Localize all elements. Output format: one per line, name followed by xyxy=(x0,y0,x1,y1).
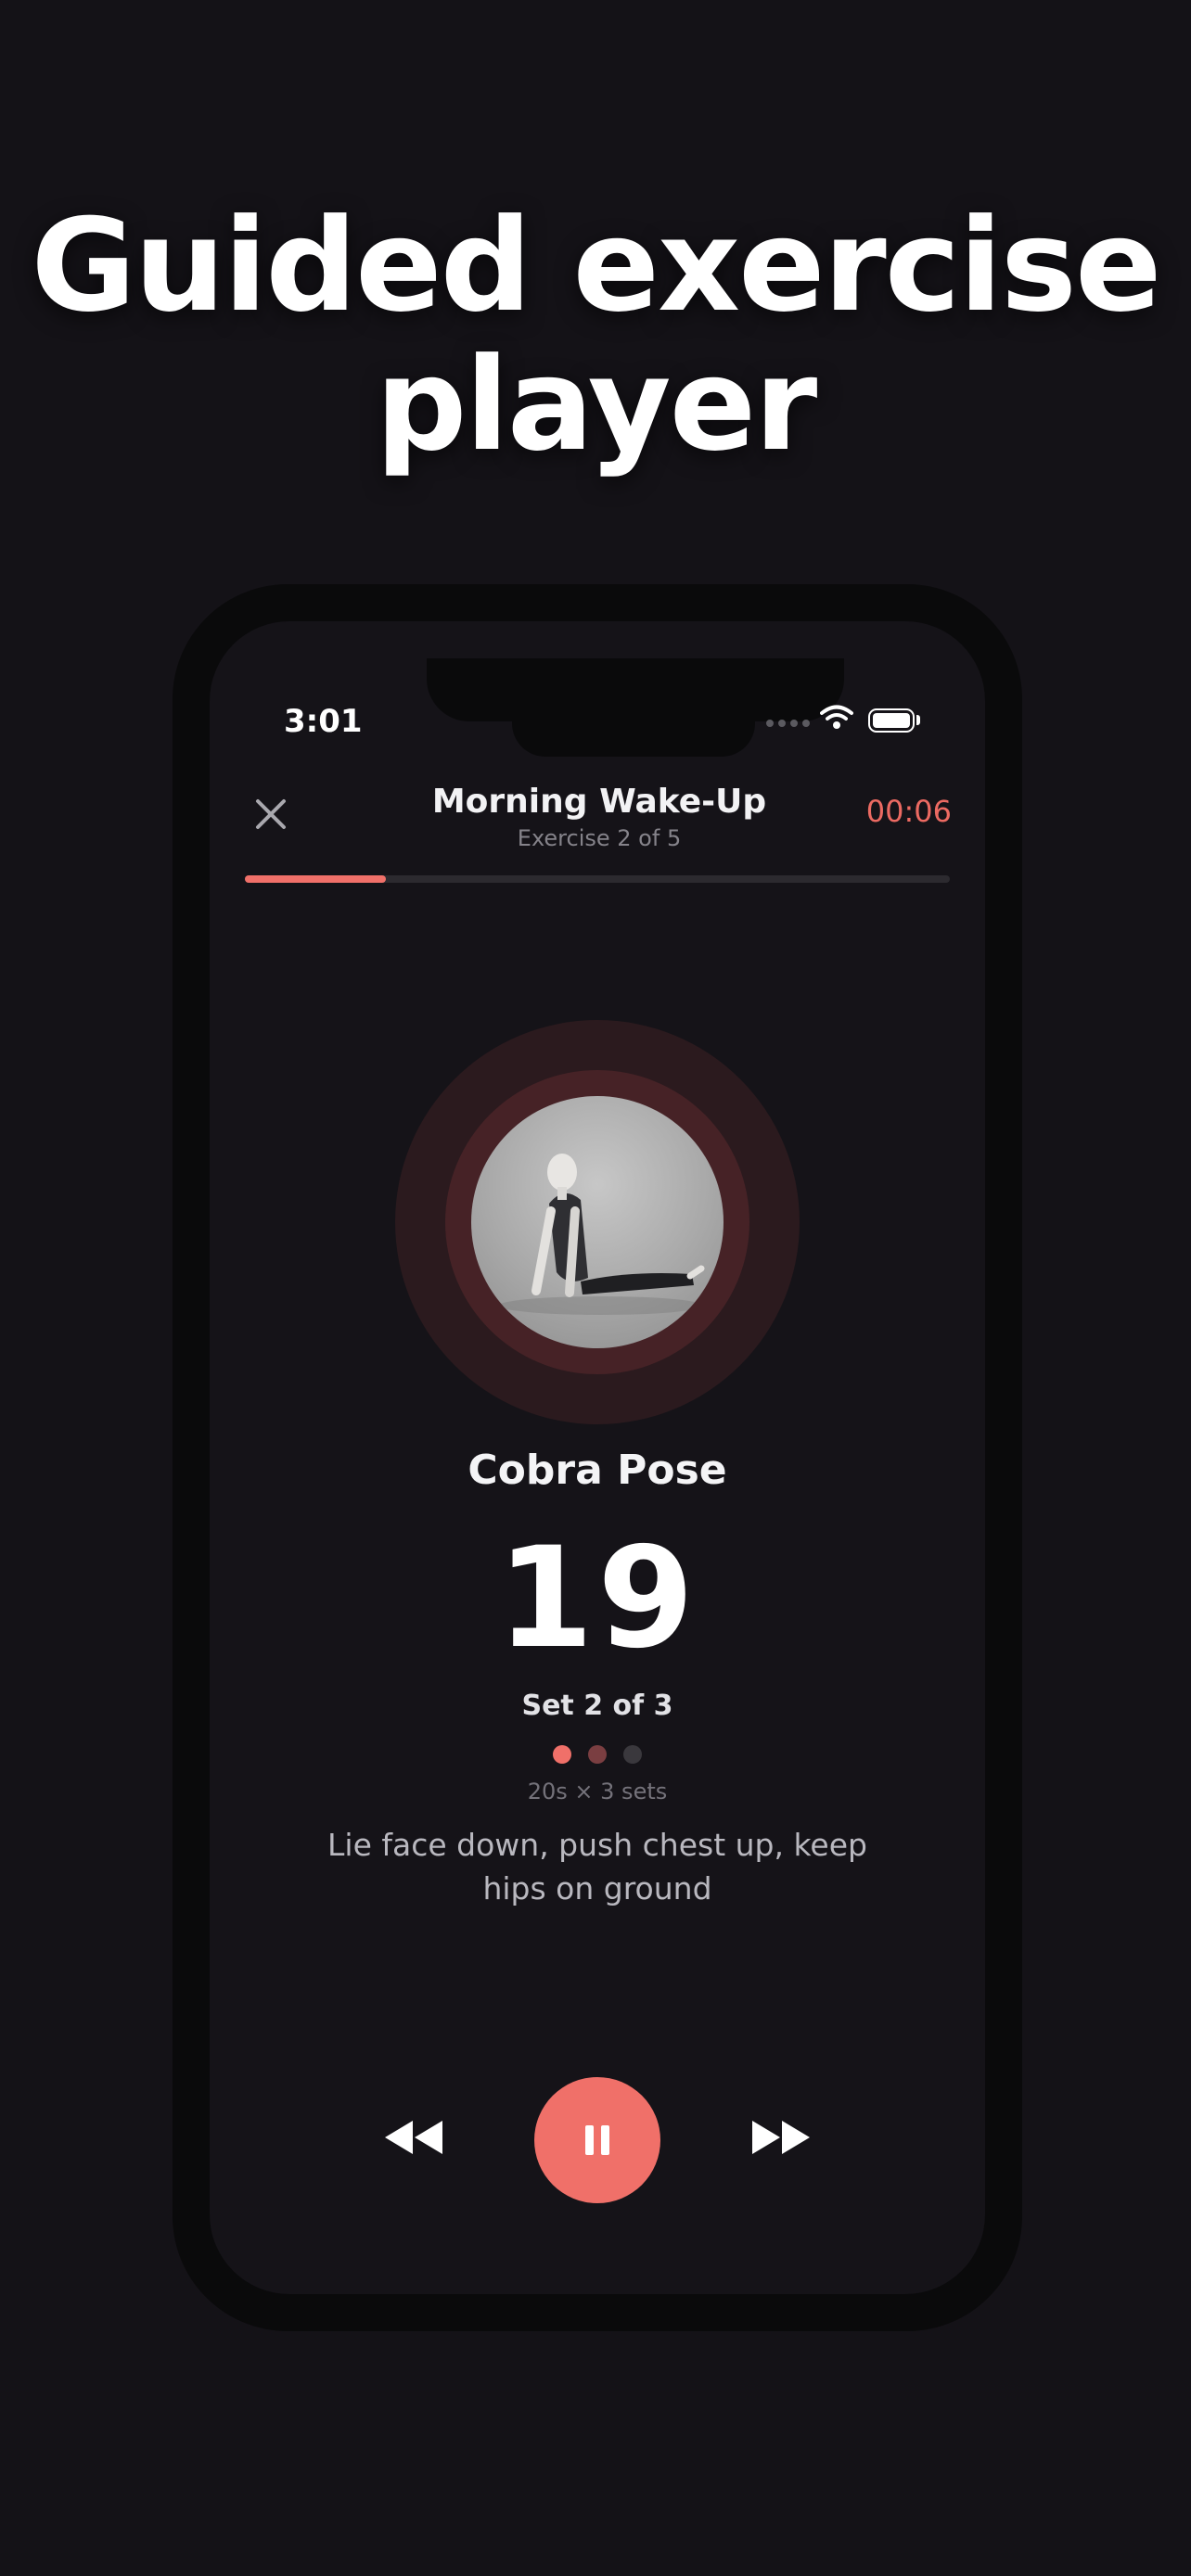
cobra-pose-figure xyxy=(499,1154,705,1315)
rewind-icon xyxy=(385,2121,442,2154)
exercise-illustration xyxy=(471,1096,724,1348)
rep-countdown: 19 xyxy=(496,1518,698,1679)
headline-line-1: Guided exercise xyxy=(31,191,1161,340)
set-dot xyxy=(623,1745,642,1764)
battery-icon xyxy=(868,708,915,733)
phone-frame: 3:01 Morning Wake-Up Exercise 2 of 5 00:… xyxy=(173,584,1022,2331)
battery-cap xyxy=(916,715,920,725)
pause-icon xyxy=(585,2125,609,2155)
elapsed-timer: 00:06 xyxy=(865,794,952,829)
close-button[interactable] xyxy=(241,784,301,844)
workout-title: Morning Wake-Up xyxy=(431,783,767,821)
camera-housing xyxy=(512,701,755,757)
headline-line-2: player xyxy=(375,330,818,479)
previous-exercise-button[interactable] xyxy=(377,2110,451,2165)
next-exercise-button[interactable] xyxy=(744,2110,818,2165)
status-time: 3:01 xyxy=(284,703,363,740)
set-dot xyxy=(553,1745,571,1764)
set-scheme: 20s × 3 sets xyxy=(527,1779,668,1804)
exercise-name: Cobra Pose xyxy=(467,1447,727,1494)
pause-button[interactable] xyxy=(534,2077,660,2203)
headline: Guided exercise player xyxy=(0,197,1191,475)
wifi-icon xyxy=(820,705,853,729)
workout-progress-fill xyxy=(245,875,386,883)
workout-progress-bar xyxy=(245,875,950,883)
signal-icon xyxy=(766,720,810,727)
set-dot xyxy=(588,1745,607,1764)
exercise-instruction: Lie face down, push chest up, keep hips … xyxy=(327,1827,867,1906)
fast-forward-icon xyxy=(752,2121,810,2154)
close-icon xyxy=(256,799,286,829)
exercise-counter: Exercise 2 of 5 xyxy=(517,825,682,851)
workout-header: Morning Wake-Up Exercise 2 of 5 xyxy=(367,781,831,853)
app-screen: 3:01 Morning Wake-Up Exercise 2 of 5 00:… xyxy=(210,621,985,2294)
set-indicator xyxy=(210,1745,985,1764)
set-label: Set 2 of 3 xyxy=(521,1690,673,1722)
